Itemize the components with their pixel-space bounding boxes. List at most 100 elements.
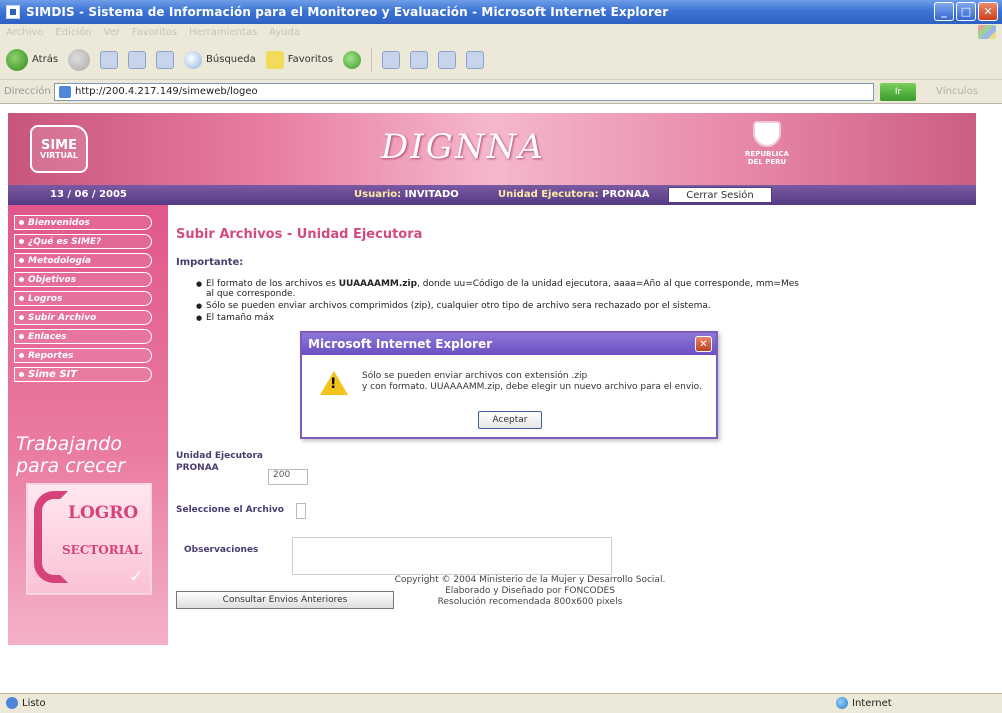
shield-line1: REPUBLICA [745,150,789,158]
dialog-body: ! Sólo se pueden enviar archivos con ext… [302,355,716,437]
logo-s-mark [34,491,68,583]
favorites-button[interactable]: Favoritos [265,50,333,69]
menu-item-tools[interactable]: Herramientas [189,27,257,38]
mail-button[interactable] [381,50,400,69]
sidebar-item-logros[interactable]: Logros [14,291,152,306]
logout-button[interactable]: Cerrar Sesión [668,187,772,203]
page-icon [59,85,71,98]
unit-field-value: PRONAA [176,463,219,473]
address-url: http://200.4.217.149/simeweb/logeo [75,86,258,97]
menu-item-favorites[interactable]: Favoritos [132,27,177,38]
sidebar-item-metodologia[interactable]: Metodología [14,253,152,268]
sidebar-item-objetivos[interactable]: Objetivos [14,272,152,287]
internet-globe-icon [836,697,848,709]
sidebar-item-reportes[interactable]: Reportes [14,348,152,363]
period-select[interactable]: 200 [268,469,308,485]
nav-list: Bienvenidos ¿Qué es SIME? Metodología Ob… [14,215,152,386]
user-value: INVITADO [404,189,459,200]
footer-resolution: Resolución recomendada 800x600 pixels [437,597,623,607]
window-titlebar: SIMDIS - Sistema de Información para el … [0,0,1002,24]
site-brand: DIGNNA [381,127,545,167]
unit-label: Unidad Ejecutora: [498,189,599,200]
rule1-format: UUAAAAMM.zip [338,279,418,289]
sidebar-item-que-es-sime[interactable]: ¿Qué es SIME? [14,234,152,249]
rule-item: Sólo se pueden enviar archivos comprimid… [196,301,806,311]
slogan: Trabajando para crecer [16,433,125,477]
slogan-line2: para crecer [16,455,126,477]
bullet-icon [19,239,24,244]
unit-field-label: Unidad Ejecutora [176,451,263,461]
sidebar-item-sime-sit[interactable]: Sime SIT [14,367,152,382]
sidebar-item-label: Enlaces [28,331,67,342]
stop-button[interactable] [100,50,119,69]
forward-button[interactable] [68,48,91,71]
sidebar-item-subir-archivo[interactable]: Subir Archivo [14,310,152,325]
menu-item-help[interactable]: Ayuda [269,27,300,38]
sidebar-item-label: ¿Qué es SIME? [28,236,102,247]
rule-item: El formato de los archivos es UUAAAAMM.z… [196,279,806,299]
back-button[interactable]: Atrás [6,48,59,71]
history-button[interactable] [342,50,361,69]
toolbar-separator [370,47,372,72]
peru-shield-logo: REPUBLICA DEL PERU [741,121,793,177]
search-icon [184,50,203,69]
footer-copyright: Copyright © 2004 Ministerio de la Mujer … [394,575,666,585]
shield-line2: DEL PERU [747,158,787,166]
close-window-button[interactable]: ✕ [978,2,998,21]
warning-icon: ! [320,371,348,395]
status-bar: Listo Internet [0,693,1002,713]
sime-logo[interactable]: SIME VIRTUAL [30,125,88,173]
menu-item-file[interactable]: Archivo [6,27,43,38]
site-header: SIME VIRTUAL DIGNNA REPUBLICA DEL PERU [8,113,976,185]
user-label: Usuario: [354,189,402,200]
file-input[interactable] [296,503,306,519]
refresh-button[interactable] [128,50,147,69]
logro-text: LOGRO [68,503,139,523]
status-text: Listo [22,697,46,709]
search-button[interactable]: Búsqueda [184,50,256,69]
page-footer: Copyright © 2004 Ministerio de la Mujer … [300,575,760,608]
sidebar-item-label: Bienvenidos [28,217,90,228]
unit-info: Unidad Ejecutora: PRONAA [498,189,650,200]
sidebar-item-label: Metodología [28,255,92,266]
sidebar: Bienvenidos ¿Qué es SIME? Metodología Ob… [8,205,168,645]
favorites-label: Favoritos [287,54,333,65]
current-date: 13 / 06 / 2005 [50,189,127,200]
unit-value: PRONAA [602,189,650,200]
bullet-icon [19,296,24,301]
dialog-close-button[interactable]: ✕ [695,336,712,352]
sidebar-item-enlaces[interactable]: Enlaces [14,329,152,344]
back-label: Atrás [32,54,59,65]
links-label[interactable]: Vínculos [936,86,978,97]
edit-button[interactable] [437,50,456,69]
status-zone: Internet [836,697,892,709]
print-button[interactable] [409,50,428,69]
menu-item-edit[interactable]: Edición [55,27,91,38]
go-label: Ir [894,86,902,97]
maximize-button[interactable]: □ [956,2,976,21]
sidebar-item-label: Logros [28,293,63,304]
address-input[interactable]: http://200.4.217.149/simeweb/logeo [54,82,874,101]
upload-rules: El formato de los archivos es UUAAAAMM.z… [196,279,806,325]
home-button[interactable] [156,50,175,69]
minimize-button[interactable]: _ [934,2,954,21]
window-title: SIMDIS - Sistema de Información para el … [26,5,669,19]
dialog-titlebar: Microsoft Internet Explorer [302,333,716,355]
go-button[interactable]: Ir [880,82,916,101]
messenger-button[interactable] [465,50,484,69]
alert-dialog: Microsoft Internet Explorer ✕ ! Sólo se … [300,331,718,439]
bullet-icon [19,258,24,263]
rule1-a: El formato de los archivos es [206,279,339,289]
menu-item-view[interactable]: Ver [104,27,120,38]
sidebar-item-label: Subir Archivo [28,312,97,323]
bullet-icon [19,277,24,282]
sidebar-item-bienvenidos[interactable]: Bienvenidos [14,215,152,230]
user-info: Usuario: INVITADO [354,189,459,200]
search-label: Búsqueda [206,54,256,65]
observations-textarea[interactable] [292,537,612,575]
dialog-message: Sólo se pueden enviar archivos con exten… [362,371,712,393]
footer-credits: Elaborado y Diseñado por FONCODES [445,586,615,596]
page-status-icon [6,697,18,709]
dialog-ok-button[interactable]: Aceptar [478,411,542,429]
status-left: Listo [6,697,46,709]
